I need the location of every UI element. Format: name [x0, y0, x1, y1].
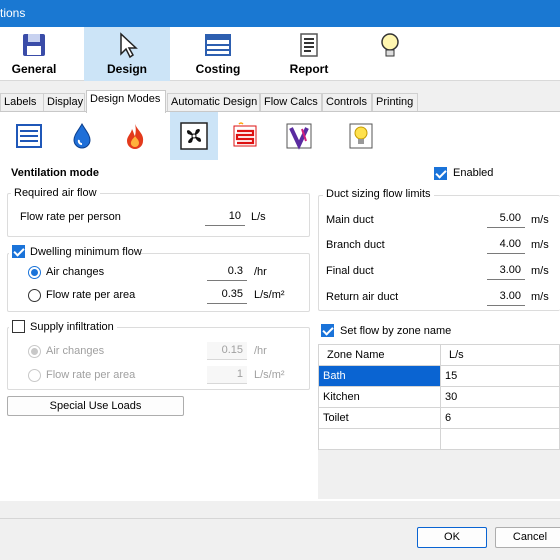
mode-lighting-button[interactable] [338, 114, 384, 158]
ribbon-general-button[interactable]: General [0, 27, 68, 81]
ventilation-mode-heading: Ventilation mode [11, 167, 100, 179]
zone-flow-cell[interactable]: 30 [440, 386, 560, 408]
table-row[interactable]: Kitchen 30 [318, 386, 560, 408]
dwelling-flow-area-radio[interactable] [28, 289, 41, 302]
tab-automatic-design[interactable]: Automatic Design [167, 93, 260, 112]
flow-per-person-input[interactable]: 10 [205, 208, 245, 226]
tab-controls[interactable]: Controls [322, 93, 372, 112]
table-list-icon [205, 34, 231, 56]
zone-name-cell[interactable] [318, 428, 441, 450]
final-duct-unit: m/s [531, 265, 549, 277]
dialog-divider [0, 518, 560, 519]
cancel-button[interactable]: Cancel [495, 527, 560, 548]
ok-button[interactable]: OK [417, 527, 487, 548]
branch-duct-input[interactable]: 4.00 [487, 236, 525, 254]
ducts-icon [16, 124, 42, 148]
tab-design-modes[interactable]: Design Modes [86, 90, 166, 113]
flame-icon [127, 124, 144, 149]
flow-per-person-label: Flow rate per person [20, 211, 121, 223]
title-bar: tions [0, 0, 560, 27]
flow-column-header[interactable]: L/s [440, 344, 560, 366]
supply-air-changes-label: Air changes [46, 345, 105, 357]
heater-coil-icon [233, 122, 257, 147]
zone-flow-grid: Zone Name L/s Bath 15 Kitchen 30 Toilet … [318, 344, 560, 450]
dwelling-min-flow-checkbox[interactable] [12, 245, 25, 258]
supply-flow-area-radio[interactable] [28, 369, 41, 382]
supply-air-changes-radio[interactable] [28, 345, 41, 358]
valve-icon [286, 123, 312, 150]
zone-flow-cell[interactable]: 6 [440, 407, 560, 429]
mode-ventilation-button[interactable] [170, 112, 218, 160]
zone-name-cell[interactable]: Toilet [318, 407, 441, 429]
dwelling-flow-area-unit: L/s/m² [254, 289, 285, 301]
table-row[interactable]: Bath 15 [318, 365, 560, 387]
special-use-loads-button[interactable]: Special Use Loads [7, 396, 184, 416]
zone-name-cell[interactable]: Bath [318, 365, 441, 387]
return-air-duct-label: Return air duct [326, 291, 399, 303]
flow-per-person-unit: L/s [251, 211, 266, 223]
dwelling-min-flow-group [7, 253, 310, 312]
ribbon-toolbar: General Design Costing Report [0, 27, 560, 81]
zone-grid-header: Zone Name L/s [318, 344, 560, 366]
supply-infiltration-checkbox[interactable] [12, 320, 25, 333]
tab-flow-calcs[interactable]: Flow Calcs [260, 93, 322, 112]
final-duct-label: Final duct [326, 265, 374, 277]
enabled-label: Enabled [453, 167, 494, 179]
dwelling-flow-area-input[interactable]: 0.35 [207, 286, 247, 304]
set-flow-by-zone-checkbox[interactable] [321, 324, 334, 337]
final-duct-input[interactable]: 3.00 [487, 262, 525, 280]
supply-air-changes-input[interactable]: 0.15 [207, 342, 247, 360]
duct-sizing-title: Duct sizing flow limits [323, 188, 434, 200]
table-row[interactable] [318, 428, 560, 450]
mode-ducts-button[interactable] [6, 114, 52, 158]
ribbon-report-button[interactable]: Report [274, 27, 344, 81]
required-air-flow-title: Required air flow [11, 187, 100, 199]
main-duct-unit: m/s [531, 214, 549, 226]
zone-flow-cell[interactable] [440, 428, 560, 450]
enabled-checkbox[interactable] [434, 167, 447, 180]
floppy-disk-icon [23, 34, 45, 56]
mode-water-button[interactable] [59, 114, 105, 158]
ribbon-extra-button[interactable] [360, 27, 420, 81]
supply-air-changes-unit: /hr [254, 345, 267, 357]
branch-duct-unit: m/s [531, 239, 549, 251]
mode-valve-button[interactable] [276, 114, 322, 158]
lightbulb-icon [349, 123, 373, 149]
main-duct-label: Main duct [326, 214, 374, 226]
window-title: tions [0, 6, 26, 20]
zone-flow-cell[interactable]: 15 [440, 365, 560, 387]
dwelling-air-changes-label: Air changes [46, 266, 105, 278]
dwelling-air-changes-unit: /hr [254, 266, 267, 278]
main-duct-input[interactable]: 5.00 [487, 210, 525, 228]
water-drop-icon [73, 122, 91, 149]
return-air-duct-unit: m/s [531, 291, 549, 303]
zone-grid-empty-area [318, 450, 560, 499]
tab-printing[interactable]: Printing [372, 93, 418, 112]
set-flow-by-zone-label: Set flow by zone name [340, 325, 452, 337]
supply-flow-area-unit: L/s/m² [254, 369, 285, 381]
dwelling-flow-area-label: Flow rate per area [46, 289, 136, 301]
dwelling-air-changes-radio[interactable] [28, 266, 41, 279]
dwelling-min-flow-title: Dwelling minimum flow [30, 246, 142, 258]
mode-heater-button[interactable] [222, 114, 268, 158]
mode-heating-button[interactable] [112, 114, 158, 158]
settings-tabs: Labels Display Design Modes Automatic De… [0, 90, 560, 113]
tab-labels[interactable]: Labels [0, 93, 44, 112]
supply-infiltration-title: Supply infiltration [30, 321, 114, 333]
ribbon-costing-button[interactable]: Costing [178, 27, 258, 81]
dwelling-air-changes-input[interactable]: 0.3 [207, 263, 247, 281]
return-air-duct-input[interactable]: 3.00 [487, 288, 525, 306]
fan-icon [180, 122, 208, 150]
supply-flow-area-label: Flow rate per area [46, 369, 136, 381]
lightbulb-icon [381, 33, 399, 57]
ribbon-design-button[interactable]: Design [84, 27, 170, 81]
supply-flow-area-input[interactable]: 1 [207, 366, 247, 384]
cursor-arrow-icon [120, 32, 138, 59]
branch-duct-label: Branch duct [326, 239, 385, 251]
table-row[interactable]: Toilet 6 [318, 407, 560, 429]
zone-name-column-header[interactable]: Zone Name [318, 344, 441, 366]
zone-name-cell[interactable]: Kitchen [318, 386, 441, 408]
document-lines-icon [300, 33, 318, 57]
tab-display[interactable]: Display [43, 93, 85, 112]
